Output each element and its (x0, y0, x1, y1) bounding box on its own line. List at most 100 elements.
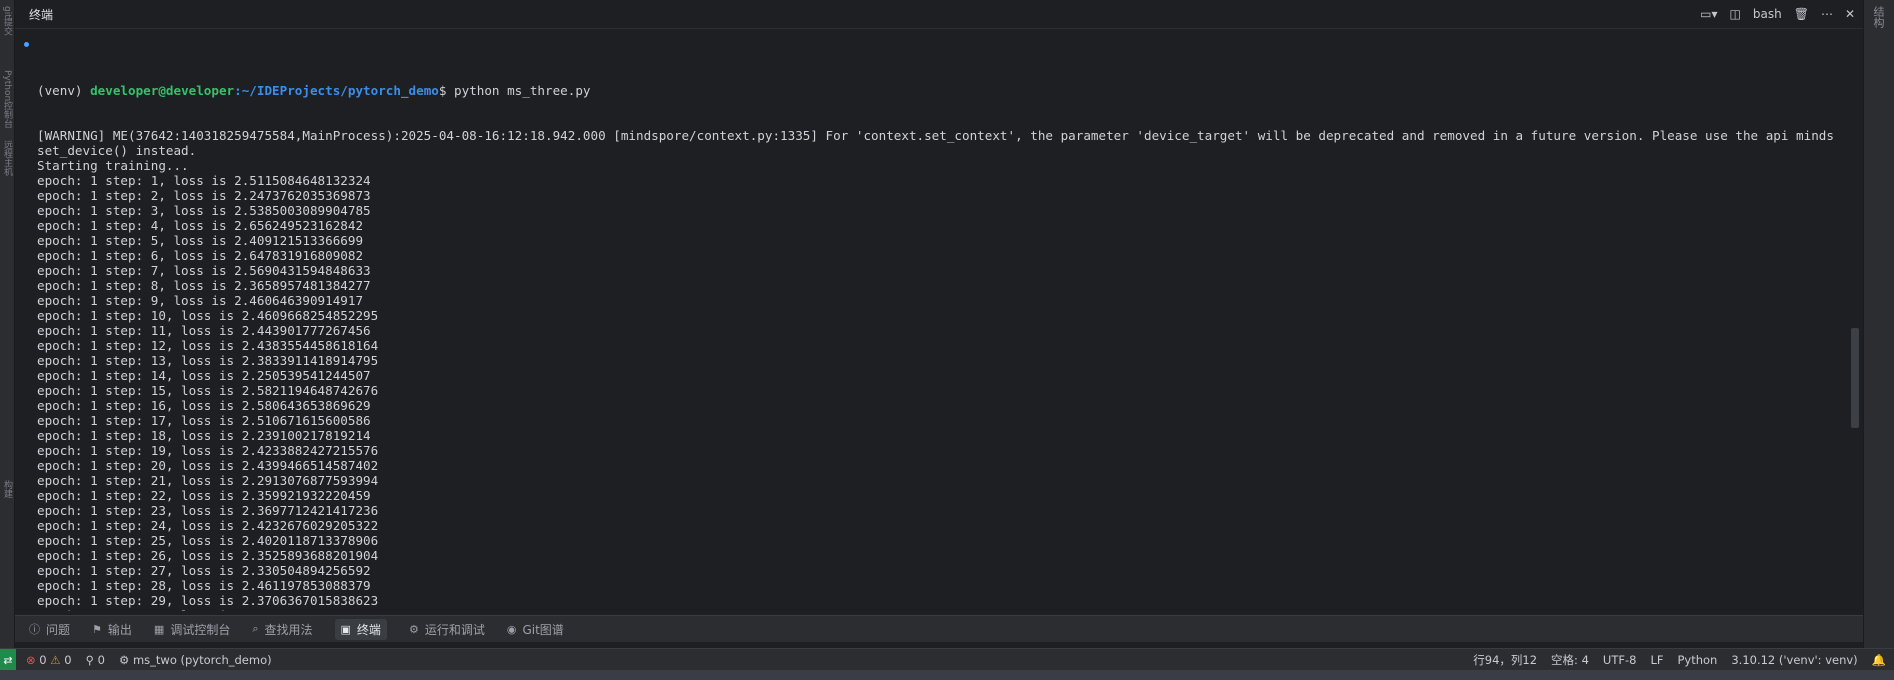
ports-indicator[interactable]: ⚲ 0 (86, 653, 105, 667)
search-icon: ⌕ (252, 622, 259, 635)
indentation[interactable]: 空格: 4 (1551, 652, 1589, 668)
terminal-line: [WARNING] ME(37642:140318259475584,MainP… (37, 128, 1833, 143)
panel-title: 终端 (29, 7, 54, 22)
problems-indicator[interactable]: ⊗ 0 ⚠ 0 (26, 653, 72, 667)
left-strip-label[interactable]: git提交 (1, 6, 14, 36)
prompt-venv: (venv) (37, 83, 91, 98)
scrollbar-thumb[interactable] (1851, 328, 1859, 428)
terminal-line: epoch: 1 step: 14, loss is 2.25053954124… (37, 368, 371, 383)
structure-tool-label[interactable]: 结构 (1870, 6, 1886, 28)
os-taskbar (0, 670, 1894, 680)
terminal-line: epoch: 1 step: 28, loss is 2.46119785308… (37, 578, 371, 593)
line-ending[interactable]: LF (1650, 653, 1663, 667)
prompt-line: (venv) developer@developer:~/IDEProjects… (37, 83, 1833, 98)
tab-terminal[interactable]: ▣ 终端 (334, 618, 387, 640)
tab-output[interactable]: ⚑ 输出 (92, 621, 132, 638)
terminal-output[interactable]: (venv) developer@developer:~/IDEProjects… (15, 38, 1833, 611)
layout-icon[interactable]: ▭▾ (1700, 7, 1717, 21)
terminal-line: epoch: 1 step: 7, loss is 2.569043159484… (37, 263, 371, 278)
antenna-icon: ⚲ (85, 653, 95, 667)
terminal-line: epoch: 1 step: 10, loss is 2.46096682548… (37, 308, 379, 323)
left-strip-label[interactable]: Python控制台 (1, 70, 14, 128)
error-count: 0 (39, 653, 47, 667)
terminal-line: epoch: 1 step: 3, loss is 2.538500308990… (37, 203, 371, 218)
encoding[interactable]: UTF-8 (1603, 653, 1637, 667)
split-icon[interactable]: ◫ (1730, 7, 1741, 21)
terminal-line: epoch: 1 step: 21, loss is 2.29130768775… (37, 473, 379, 488)
tab-label: 问题 (46, 622, 71, 637)
terminal-line: epoch: 1 step: 13, loss is 2.38339114189… (37, 353, 379, 368)
close-icon[interactable]: ✕ (1845, 7, 1855, 21)
project-icon: ⚙ (119, 653, 130, 667)
terminal-line: epoch: 1 step: 8, loss is 2.365895748138… (37, 278, 371, 293)
terminal-line: epoch: 1 step: 11, loss is 2.44390177726… (37, 323, 371, 338)
panel-toolbar: ▭▾ ◫ bash 🗑 ⋯ ✕ (1700, 7, 1855, 21)
tab-label: 查找用法 (264, 622, 313, 637)
terminal-lines: [WARNING] ME(37642:140318259475584,MainP… (37, 128, 1833, 611)
git-icon: ◉ (506, 622, 517, 636)
terminal-line: epoch: 1 step: 9, loss is 2.460646390914… (37, 293, 364, 308)
tab-label: 调试控制台 (170, 622, 231, 637)
bell-icon[interactable]: 🔔 (1872, 653, 1886, 667)
terminal-line: epoch: 1 step: 2, loss is 2.247376203536… (37, 188, 371, 203)
output-icon: ⚑ (92, 622, 102, 636)
terminal-line: epoch: 1 step: 29, loss is 2.37063670158… (37, 593, 379, 608)
bottom-tool-tabs: ⓘ 问题 ⚑ 输出 ▦ 调试控制台 ⌕ 查找用法 ▣ 终端 ⚙ 运行和调试 ◉ Git图谱 (15, 615, 1863, 642)
prompt-path: :~/IDEProjects/pytorch_demo (234, 83, 439, 98)
tab-label: Git图谱 (522, 622, 564, 637)
terminal-line: epoch: 1 step: 6, loss is 2.647831916809… (37, 248, 364, 263)
port-count: 0 (97, 653, 105, 667)
tab-label: 输出 (107, 622, 132, 637)
left-strip-label[interactable]: 构建 (1, 480, 14, 498)
terminal-scrollbar[interactable] (1851, 38, 1859, 608)
terminal-line: set_device() instead. (37, 143, 197, 158)
terminal-line: epoch: 1 step: 22, loss is 2.35992193222… (37, 488, 371, 503)
language-mode[interactable]: Python (1677, 653, 1717, 667)
project-name: ms_two (pytorch_demo) (132, 653, 272, 667)
prompt-command: $ python ms_three.py (438, 83, 591, 98)
terminal-line: epoch: 1 step: 4, loss is 2.656249523162… (37, 218, 364, 233)
remote-icon[interactable]: ⇄ (0, 649, 16, 671)
interpreter[interactable]: 3.10.12 ('venv': venv) (1731, 653, 1857, 667)
status-bar: ⇄ ⊗ 0 ⚠ 0 ⚲ 0 ⚙ ms_two (pytorch_demo) 行9… (0, 648, 1894, 671)
terminal-line: epoch: 1 step: 15, loss is 2.58211946487… (37, 383, 379, 398)
cursor-position[interactable]: 行94，列12 (1473, 652, 1537, 668)
run-debug-icon: ⚙ (408, 622, 419, 636)
left-strip-label[interactable]: 远程主机 (1, 140, 14, 176)
terminal-panel: 终端 ▭▾ ◫ bash 🗑 ⋯ ✕ (venv) developer@deve… (15, 0, 1863, 615)
tab-search[interactable]: ⌕ 查找用法 (252, 621, 312, 638)
project-indicator[interactable]: ⚙ ms_two (pytorch_demo) (119, 653, 272, 667)
prompt-user: developer@developer (90, 83, 235, 98)
shell-label[interactable]: bash (1753, 7, 1782, 21)
terminal-line: epoch: 1 step: 12, loss is 2.43835544586… (37, 338, 379, 353)
tab-git[interactable]: ◉ Git图谱 (507, 621, 564, 638)
command-status-icon (24, 42, 29, 47)
tab-run-debug[interactable]: ⚙ 运行和调试 (409, 621, 485, 638)
tab-problems[interactable]: ⓘ 问题 (29, 621, 70, 638)
terminal-line: Starting training... (37, 158, 189, 173)
problems-icon: ⓘ (29, 623, 40, 636)
terminal-line: epoch: 1 step: 1, loss is 2.511508464813… (37, 173, 371, 188)
terminal-line: epoch: 1 step: 27, loss is 2.33050489425… (37, 563, 371, 578)
terminal-line: epoch: 1 step: 24, loss is 2.42326760292… (37, 518, 379, 533)
tab-debug-console[interactable]: ▦ 调试控制台 (154, 621, 230, 638)
warning-icon: ⚠ (50, 653, 61, 667)
tab-label: 终端 (356, 622, 381, 637)
trash-icon[interactable]: 🗑 (1794, 7, 1809, 21)
terminal-line: epoch: 1 step: 30, loss is 2.34287667274… (37, 608, 1833, 611)
terminal-line: epoch: 1 step: 20, loss is 2.43994665145… (37, 458, 379, 473)
terminal-line: epoch: 1 step: 26, loss is 2.35258936882… (37, 548, 379, 563)
terminal-line: epoch: 1 step: 19, loss is 2.42338824272… (37, 443, 379, 458)
terminal-line: epoch: 1 step: 23, loss is 2.36977124214… (37, 503, 379, 518)
right-tool-strip: 结构 (1863, 0, 1894, 648)
terminal-line: epoch: 1 step: 18, loss is 2.23910021781… (37, 428, 371, 443)
terminal-line: epoch: 1 step: 16, loss is 2.58064365386… (37, 398, 371, 413)
more-icon[interactable]: ⋯ (1821, 7, 1833, 21)
debug-console-icon: ▦ (153, 622, 165, 636)
panel-titlebar: 终端 ▭▾ ◫ bash 🗑 ⋯ ✕ (15, 0, 1863, 29)
warning-count: 0 (64, 653, 72, 667)
terminal-icon: ▣ (340, 622, 351, 636)
error-icon: ⊗ (26, 653, 36, 667)
terminal-line: epoch: 1 step: 17, loss is 2.51067161560… (37, 413, 371, 428)
terminal-line: epoch: 1 step: 5, loss is 2.409121513366… (37, 233, 364, 248)
